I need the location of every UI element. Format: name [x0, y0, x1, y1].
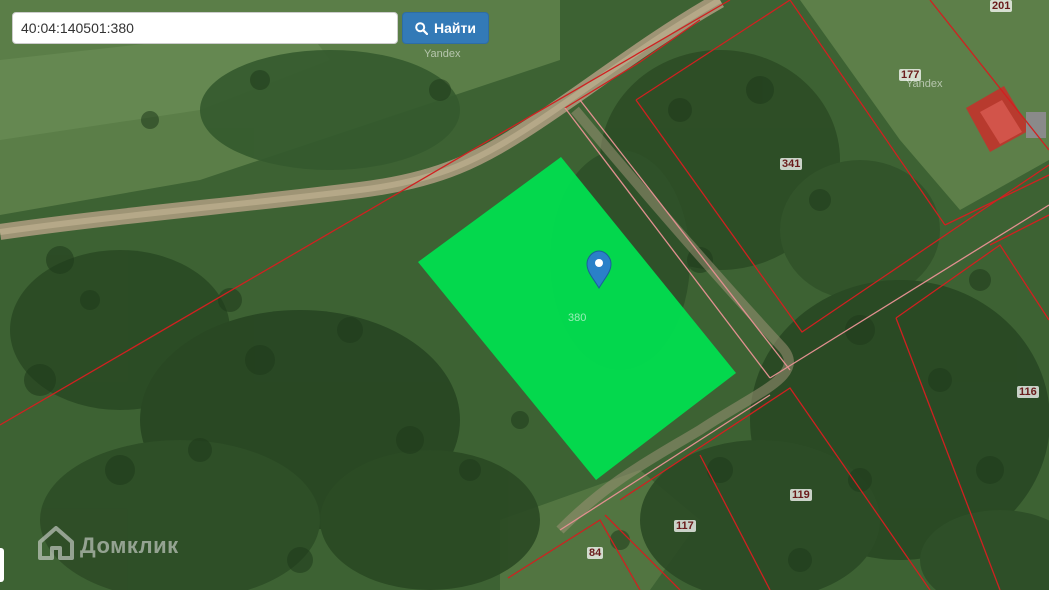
side-panel-toggle[interactable]	[0, 548, 4, 582]
satellite-map[interactable]	[0, 0, 1049, 590]
search-icon	[415, 21, 428, 35]
house-logo-icon	[38, 526, 74, 565]
map-attribution: Yandex	[906, 78, 943, 90]
search-button-label: Найти	[434, 20, 476, 36]
search-input[interactable]	[12, 12, 398, 44]
search-bar: Найти	[12, 12, 489, 44]
map-attribution: Yandex	[424, 48, 461, 60]
parcel-label: 201	[990, 0, 1013, 12]
parcel-label: 117	[674, 520, 696, 532]
parcel-label-selected: 380	[568, 312, 587, 324]
search-button[interactable]: Найти	[402, 12, 489, 44]
brand-watermark: Домклик	[38, 526, 179, 565]
parcel-label: 341	[780, 158, 803, 170]
parcel-label: 116	[1017, 386, 1039, 398]
brand-name: Домклик	[80, 532, 179, 558]
parcel-label: 84	[587, 547, 604, 559]
parcel-label: 119	[790, 489, 812, 501]
